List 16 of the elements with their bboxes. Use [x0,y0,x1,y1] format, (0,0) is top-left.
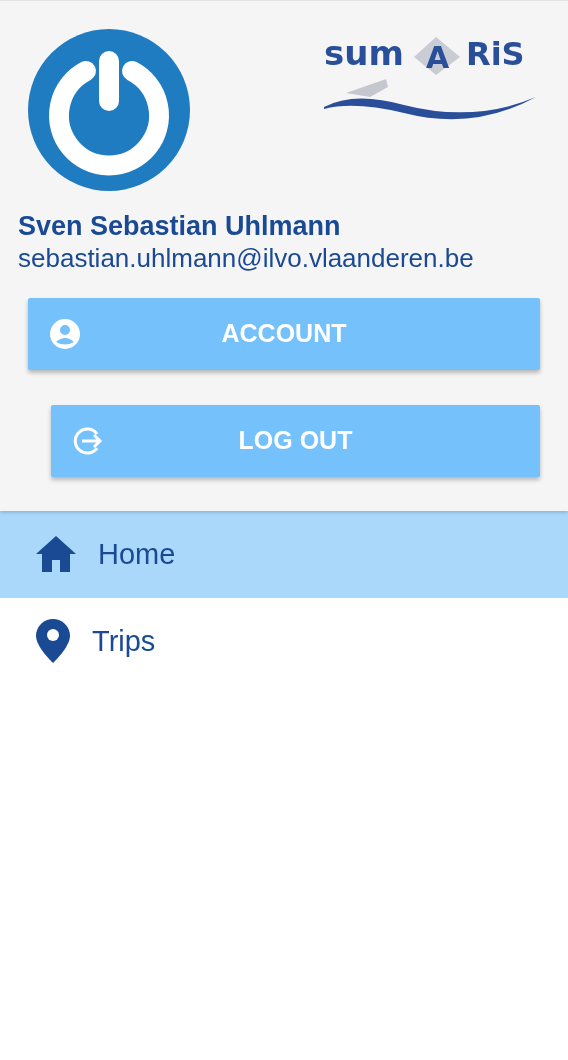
menu-label: Home [98,536,176,572]
logo-letter: A [426,40,450,75]
user-name: Sven Sebastian Uhlmann [18,211,342,243]
menu-item[interactable]: Home [0,510,568,598]
logout-icon [73,425,103,456]
location-pin-icon [36,619,70,664]
logo-text: RiS [466,35,525,73]
avatar-icon [28,29,190,191]
logo-diamond-icon [414,37,460,75]
menu-label: Trips [92,623,156,659]
wave-icon [324,97,536,120]
menu-item[interactable]: Trips [0,597,568,685]
logo-text: sum [324,35,404,73]
account-icon [50,318,80,349]
user-email: sebastian.uhlmann@ilvo.vlaanderen.be [18,242,475,276]
home-icon [36,536,76,573]
